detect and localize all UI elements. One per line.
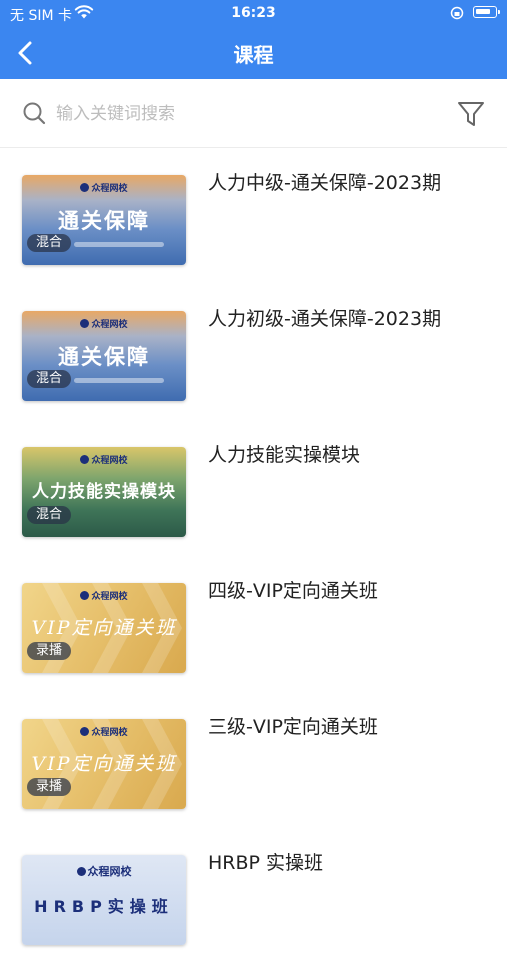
course-type-badge: 录播	[27, 642, 72, 660]
course-thumbnail: 众程网校 通关保障 混合	[22, 175, 186, 265]
course-thumbnail: 众程网校 HRBP实操班	[22, 855, 186, 945]
thumbnail-text: HRBP实操班	[34, 897, 174, 916]
thumbnail-brand: 众程网校	[22, 725, 186, 738]
course-type-badge: 混合	[27, 234, 72, 252]
course-item[interactable]: 众程网校 VIP定向通关班 录播 四级-VIP定向通关班	[0, 556, 507, 691]
thumbnail-brand: 众程网校	[22, 317, 186, 330]
course-title: HRBP 实操班	[208, 852, 324, 874]
course-item[interactable]: 众程网校 VIP定向通关班 录播 三级-VIP定向通关班	[0, 692, 507, 827]
search-icon	[23, 102, 46, 125]
course-title: 人力初级-通关保障-2023期	[208, 308, 442, 330]
thumbnail-text: 人力技能实操模块	[32, 482, 176, 502]
status-time: 16:23	[231, 5, 276, 21]
course-type-badge: 混合	[27, 370, 72, 388]
course-title: 人力技能实操模块	[208, 444, 361, 466]
course-item[interactable]: 众程网校 通关保障 混合 人力初级-通关保障-2023期	[0, 284, 507, 419]
thumbnail-text: 通关保障	[58, 209, 150, 233]
thumbnail-brand: 众程网校	[22, 863, 186, 879]
thumbnail-brand: 众程网校	[22, 589, 186, 602]
battery-icon	[473, 6, 500, 18]
course-type-badge: 录播	[27, 778, 72, 796]
course-title: 四级-VIP定向通关班	[208, 580, 378, 602]
page-title: 课程	[233, 43, 274, 67]
course-thumbnail: 众程网校 人力技能实操模块 混合	[22, 447, 186, 537]
nav-bar: 课程	[0, 28, 507, 79]
course-item[interactable]: 众程网校 HRBP实操班 HRBP 实操班	[0, 828, 507, 963]
header: 无 SIM 卡 16:23 课程	[0, 0, 507, 79]
status-bar: 无 SIM 卡 16:23	[0, 0, 507, 28]
search-input[interactable]	[54, 99, 438, 129]
thumbnail-brand: 众程网校	[22, 181, 186, 194]
thumbnail-text: VIP定向通关班	[31, 617, 177, 639]
course-title: 三级-VIP定向通关班	[208, 716, 378, 738]
course-thumbnail: 众程网校 VIP定向通关班 录播	[22, 719, 186, 809]
course-type-badge: 混合	[27, 506, 72, 524]
course-item[interactable]: 众程网校 人力技能实操模块 混合 人力技能实操模块	[0, 420, 507, 555]
filter-icon[interactable]	[456, 99, 486, 129]
thumbnail-brand: 众程网校	[22, 453, 186, 466]
course-thumbnail: 众程网校 通关保障 混合	[22, 311, 186, 401]
orientation-lock-icon	[450, 6, 464, 20]
course-item[interactable]: 众程网校 通关保障 混合 人力中级-通关保障-2023期	[0, 148, 507, 283]
thumbnail-text: 通关保障	[58, 345, 150, 369]
course-thumbnail: 众程网校 VIP定向通关班 录播	[22, 583, 186, 673]
thumbnail-text: VIP定向通关班	[31, 753, 177, 775]
search-bar	[0, 79, 507, 148]
course-title: 人力中级-通关保障-2023期	[208, 172, 442, 194]
